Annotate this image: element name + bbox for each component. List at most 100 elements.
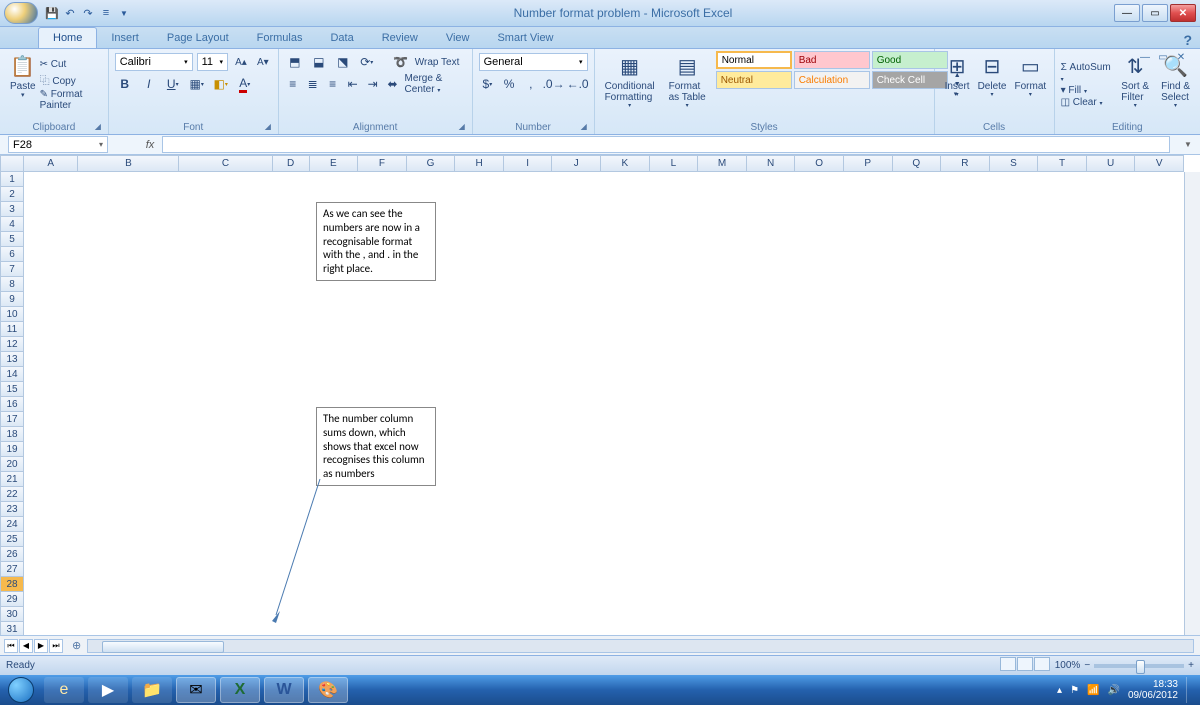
fill-button[interactable]: ▾ Fill ▾: [1061, 85, 1114, 96]
col-header-K[interactable]: K: [601, 155, 650, 172]
col-header-S[interactable]: S: [990, 155, 1039, 172]
clipboard-launcher[interactable]: ◢: [95, 122, 105, 132]
ribbon-tab-review[interactable]: Review: [368, 28, 432, 48]
cell-style-neutral[interactable]: Neutral: [716, 71, 792, 89]
col-header-B[interactable]: B: [78, 155, 179, 172]
tray-network-icon[interactable]: 📶: [1087, 685, 1099, 696]
zoom-out-icon[interactable]: −: [1084, 660, 1090, 671]
ribbon-tab-smart-view[interactable]: Smart View: [483, 28, 567, 48]
cell-style-bad[interactable]: Bad: [794, 51, 870, 69]
row-header-12[interactable]: 12: [0, 337, 24, 352]
show-desktop[interactable]: [1186, 677, 1194, 703]
annotation-textbox-1[interactable]: As we can see the numbers are now in a r…: [316, 202, 436, 281]
grow-font-icon[interactable]: A▴: [232, 52, 250, 72]
orientation-icon[interactable]: ⟳▾: [357, 52, 377, 72]
row-header-9[interactable]: 9: [0, 292, 24, 307]
col-header-M[interactable]: M: [698, 155, 747, 172]
row-header-5[interactable]: 5: [0, 232, 24, 247]
zoom-in-icon[interactable]: +: [1188, 660, 1194, 671]
taskbar-paint[interactable]: 🎨: [308, 677, 348, 703]
row-header-25[interactable]: 25: [0, 532, 24, 547]
col-header-T[interactable]: T: [1038, 155, 1087, 172]
bold-button[interactable]: B: [115, 74, 135, 94]
alignment-launcher[interactable]: ◢: [459, 122, 469, 132]
col-header-J[interactable]: J: [552, 155, 601, 172]
col-header-V[interactable]: V: [1135, 155, 1184, 172]
tab-next-icon[interactable]: ▶: [34, 639, 48, 653]
ribbon-tab-insert[interactable]: Insert: [97, 28, 153, 48]
row-header-21[interactable]: 21: [0, 472, 24, 487]
horizontal-scrollbar[interactable]: [87, 639, 1194, 653]
tray-sound-icon[interactable]: 🔊: [1107, 685, 1119, 696]
row-header-11[interactable]: 11: [0, 322, 24, 337]
row-header-19[interactable]: 19: [0, 442, 24, 457]
accounting-icon[interactable]: $▾: [479, 74, 497, 94]
row-header-24[interactable]: 24: [0, 517, 24, 532]
row-header-16[interactable]: 16: [0, 397, 24, 412]
col-header-E[interactable]: E: [310, 155, 359, 172]
row-headers[interactable]: 1234567891011121314151617181920212223242…: [0, 172, 24, 635]
wrap-text-button[interactable]: Wrap Text: [415, 57, 460, 68]
system-tray[interactable]: ▴ ⚑ 📶 🔊 18:33 09/06/2012: [1057, 677, 1194, 703]
office-button[interactable]: [4, 2, 38, 24]
col-header-R[interactable]: R: [941, 155, 990, 172]
align-right-icon[interactable]: ≡: [325, 74, 341, 94]
cell-style-normal[interactable]: Normal: [716, 51, 792, 69]
copy-button[interactable]: ⿻ Copy: [40, 72, 102, 87]
row-header-15[interactable]: 15: [0, 382, 24, 397]
cell-style-calculation[interactable]: Calculation: [794, 71, 870, 89]
maximize-button[interactable]: ▭: [1142, 4, 1168, 22]
zoom-slider[interactable]: [1094, 664, 1184, 668]
formula-expand-icon[interactable]: ▼: [1180, 135, 1196, 154]
find-select-button[interactable]: 🔍Find & Select▾: [1157, 51, 1194, 119]
row-header-10[interactable]: 10: [0, 307, 24, 322]
taskbar-word[interactable]: W: [264, 677, 304, 703]
decrease-indent-icon[interactable]: ⇤: [345, 74, 361, 94]
undo-icon[interactable]: ↶: [62, 5, 78, 21]
new-sheet-icon[interactable]: ⊕: [72, 639, 81, 652]
taskbar-media[interactable]: ▶: [88, 677, 128, 703]
cut-button[interactable]: ✂ Cut: [40, 59, 102, 70]
row-header-22[interactable]: 22: [0, 487, 24, 502]
col-header-D[interactable]: D: [273, 155, 310, 172]
increase-indent-icon[interactable]: ⇥: [365, 74, 381, 94]
row-header-13[interactable]: 13: [0, 352, 24, 367]
conditional-formatting-button[interactable]: ▦Conditional Formatting▾: [601, 51, 659, 119]
clock[interactable]: 18:33 09/06/2012: [1128, 679, 1178, 701]
taskbar-explorer[interactable]: 📁: [132, 677, 172, 703]
row-header-7[interactable]: 7: [0, 262, 24, 277]
col-header-L[interactable]: L: [650, 155, 699, 172]
qat-dropdown-icon[interactable]: ▼: [116, 5, 132, 21]
help-icon[interactable]: ?: [1183, 32, 1192, 48]
row-header-29[interactable]: 29: [0, 592, 24, 607]
ribbon-tab-formulas[interactable]: Formulas: [243, 28, 317, 48]
taskbar-ie[interactable]: e: [44, 677, 84, 703]
fill-color-button[interactable]: ◧▾: [211, 74, 231, 94]
name-box[interactable]: F28: [8, 136, 108, 153]
col-header-U[interactable]: U: [1087, 155, 1136, 172]
taskbar-outlook[interactable]: ✉: [176, 677, 216, 703]
comma-icon[interactable]: ,: [522, 74, 540, 94]
col-header-N[interactable]: N: [747, 155, 796, 172]
col-header-Q[interactable]: Q: [893, 155, 942, 172]
italic-button[interactable]: I: [139, 74, 159, 94]
align-bottom-icon[interactable]: ⬔: [333, 52, 353, 72]
insert-button[interactable]: ⊞Insert▾: [941, 51, 974, 119]
close-button[interactable]: ✕: [1170, 4, 1196, 22]
row-header-20[interactable]: 20: [0, 457, 24, 472]
row-header-27[interactable]: 27: [0, 562, 24, 577]
worksheet-grid[interactable]: ABCDEFGHIJKLMNOPQRSTUV 12345678910111213…: [0, 155, 1200, 635]
row-header-31[interactable]: 31: [0, 622, 24, 635]
row-header-2[interactable]: 2: [0, 187, 24, 202]
format-painter-button[interactable]: ✎ Format Painter: [40, 89, 102, 111]
row-header-3[interactable]: 3: [0, 202, 24, 217]
font-color-button[interactable]: A▾: [235, 74, 255, 94]
start-button[interactable]: [0, 675, 42, 705]
col-header-C[interactable]: C: [179, 155, 272, 172]
taskbar-excel[interactable]: X: [220, 677, 260, 703]
fx-icon[interactable]: fx: [138, 135, 162, 154]
align-center-icon[interactable]: ≣: [305, 74, 321, 94]
align-top-icon[interactable]: ⬒: [285, 52, 305, 72]
qat-custom-icon[interactable]: ≡: [98, 5, 114, 21]
delete-button[interactable]: ⊟Delete▾: [974, 51, 1011, 119]
